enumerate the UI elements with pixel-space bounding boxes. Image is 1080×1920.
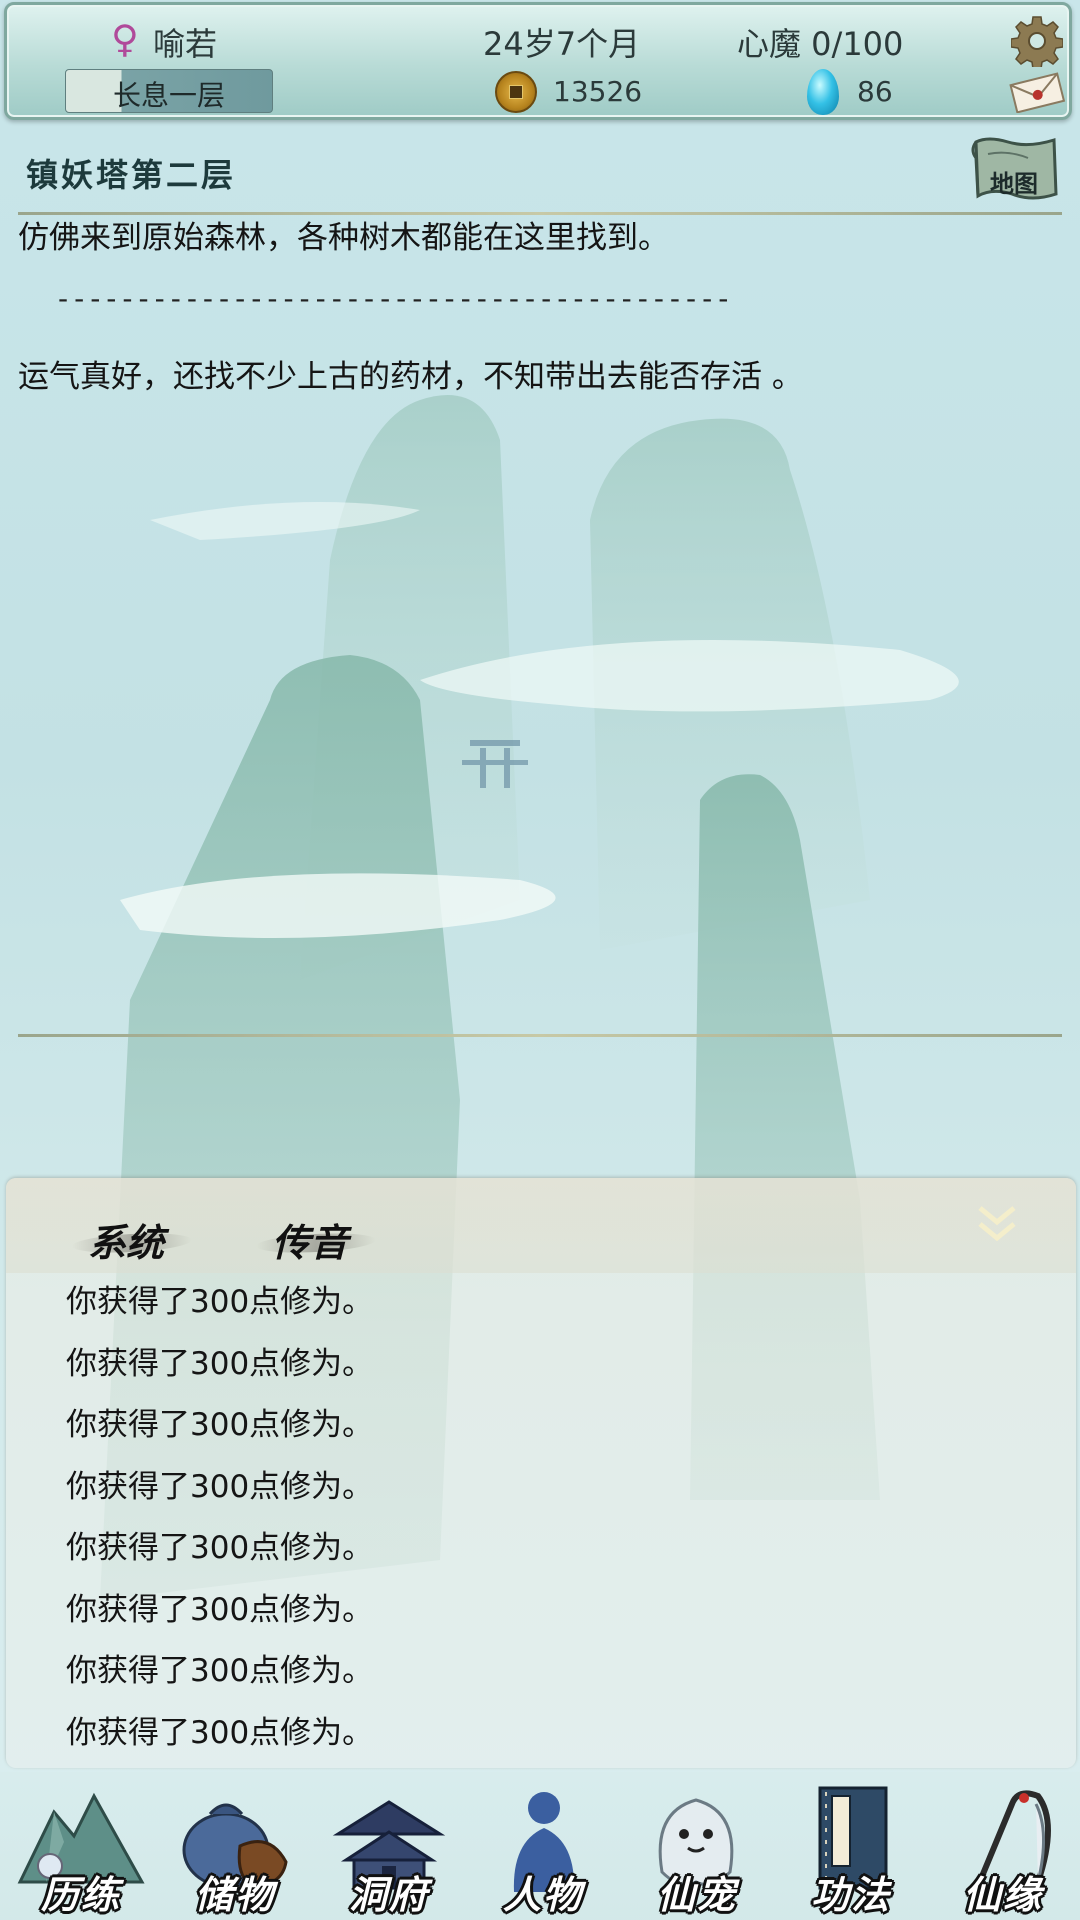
nav-spirit-pet[interactable]: 仙宠 <box>622 1772 772 1920</box>
nav-label: 功法 <box>810 1872 891 1917</box>
message-item: 你获得了300点修为。 <box>66 1714 374 1751</box>
nav-training[interactable]: 历练 <box>6 1772 156 1920</box>
double-chevron-down-icon[interactable] <box>974 1202 1020 1246</box>
location-title: 镇妖塔第二层 <box>26 156 237 194</box>
message-panel: 系统 传音 你获得了300点修为。 你获得了300点修为。 你获得了300点修为… <box>6 1178 1076 1768</box>
nav-label: 仙缘 <box>962 1872 1043 1917</box>
bottom-navigation: 历练 储物 洞府 人物 仙宠 功法 仙缘 <box>0 1772 1080 1920</box>
nav-label: 历练 <box>40 1872 121 1917</box>
nav-label: 人物 <box>502 1872 583 1917</box>
female-icon: ♀ <box>111 17 139 61</box>
nav-character[interactable]: 人物 <box>468 1772 618 1920</box>
message-item: 你获得了300点修为。 <box>66 1284 374 1320</box>
nav-label: 洞府 <box>348 1872 429 1917</box>
story-divider <box>18 1034 1062 1037</box>
nav-label: 储物 <box>194 1872 275 1917</box>
message-item: 你获得了300点修为。 <box>66 1530 374 1566</box>
tab-system[interactable]: 系统 <box>71 1212 193 1267</box>
nav-storage[interactable]: 储物 <box>160 1772 310 1920</box>
tab-transmission-label: 传音 <box>272 1220 349 1265</box>
story-separator: ----------------------------------------… <box>58 282 735 315</box>
mail-envelope-icon[interactable] <box>1007 71 1067 113</box>
nav-cave-dwelling[interactable]: 洞府 <box>314 1772 464 1920</box>
message-item: 你获得了300点修为。 <box>66 1591 374 1628</box>
tab-system-label: 系统 <box>88 1220 165 1265</box>
gem-count: 86 <box>857 75 893 108</box>
realm-label: 长息一层 <box>112 79 225 112</box>
gear-icon[interactable] <box>1011 15 1063 67</box>
coin-count: 13526 <box>553 75 643 108</box>
header-divider <box>18 212 1062 215</box>
message-panel-header <box>6 1178 1076 1273</box>
story-line: 运气真好，还找不少上古的药材，不知带出去能否存活 。 <box>18 359 803 395</box>
player-name[interactable]: 喻若 <box>153 19 217 65</box>
message-item: 你获得了300点修为。 <box>66 1345 374 1382</box>
message-item: 你获得了300点修为。 <box>66 1407 374 1443</box>
story-line: 仿佛来到原始森林，各种树木都能在这里找到。 <box>18 220 669 256</box>
nav-techniques[interactable]: 功法 <box>776 1772 926 1920</box>
story-log: 仿佛来到原始森林，各种树木都能在这里找到。 ------------------… <box>18 218 1058 397</box>
spirit-gem-icon <box>807 69 839 115</box>
copper-coin-icon <box>495 71 537 113</box>
tab-transmission[interactable]: 传音 <box>255 1212 377 1267</box>
message-list: 你获得了300点修为。 你获得了300点修为。 你获得了300点修为。 你获得了… <box>66 1282 373 1774</box>
age-text: 24岁7个月 <box>483 25 641 63</box>
nav-label: 仙宠 <box>656 1872 737 1917</box>
nav-fate[interactable]: 仙缘 <box>928 1772 1078 1920</box>
heart-demon-text: 心魔 0/100 <box>737 25 904 63</box>
map-button[interactable]: 地图 <box>968 136 1062 204</box>
message-item: 你获得了300点修为。 <box>66 1653 374 1689</box>
map-label: 地图 <box>990 169 1038 198</box>
status-bar: ♀ 喻若 长息一层 24岁7个月 心魔 0/100 13526 86 <box>4 2 1072 120</box>
message-item: 你获得了300点修为。 <box>66 1468 374 1505</box>
cultivation-realm-badge[interactable]: 长息一层 <box>65 69 273 113</box>
